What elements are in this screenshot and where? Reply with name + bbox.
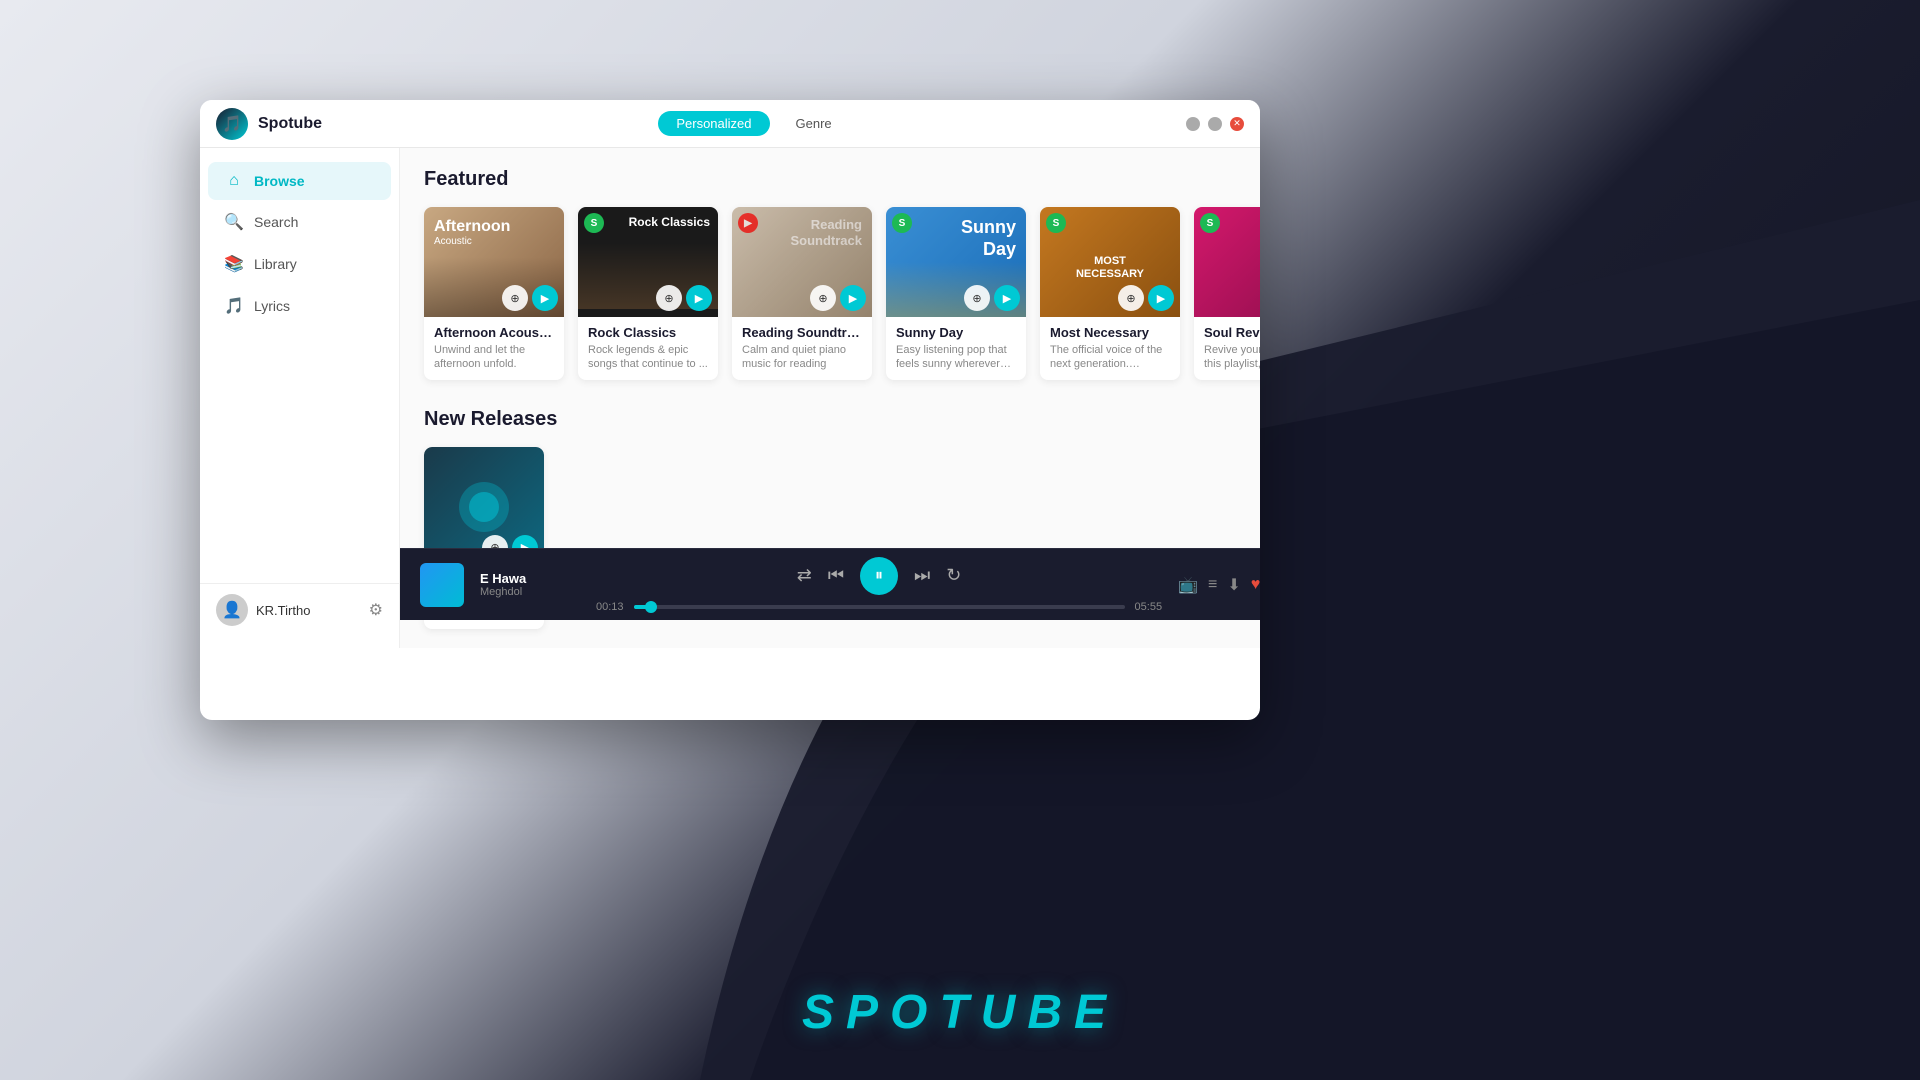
queue-btn[interactable]: ≡	[1208, 576, 1217, 594]
card-desc-rock: Rock legends & epic songs that continue …	[588, 343, 708, 372]
card-name-afternoon: Afternoon Acoustic	[434, 325, 554, 340]
video-btn[interactable]: 📺	[1178, 575, 1198, 595]
add-to-library-btn-necessary[interactable]: ⊕	[1118, 285, 1144, 311]
repeat-button[interactable]: ↻	[946, 565, 961, 586]
add-to-library-btn-rock[interactable]: ⊕	[656, 285, 682, 311]
sidebar-item-browse[interactable]: ⌂ Browse	[208, 162, 391, 200]
tab-bar: Personalized Genre	[658, 111, 849, 136]
card-rock-classics[interactable]: S Rock Classics ⊕ ▶ Ro	[578, 207, 718, 380]
card-name-reading: Reading Soundtrack	[742, 325, 862, 340]
featured-title: Featured	[424, 168, 1236, 191]
username: KR.Tirtho	[256, 603, 310, 618]
play-pause-button[interactable]: ⏸	[860, 557, 898, 595]
card-thumb-soul: S SoulRevived ⊕ ▶	[1194, 207, 1260, 317]
card-name-sunny: Sunny Day	[896, 325, 1016, 340]
progress-track[interactable]	[634, 605, 1125, 609]
user-info: 👤 KR.Tirtho	[216, 594, 310, 626]
play-btn-necessary[interactable]: ▶	[1148, 285, 1174, 311]
featured-cards-row: Afternoon Acoustic ⊕ ▶ Afternoon Acousti…	[424, 207, 1236, 380]
brand-text: SPOTUBE	[802, 985, 1118, 1040]
sidebar-item-library[interactable]: 📚 Library	[208, 244, 391, 284]
sidebar-item-lyrics[interactable]: 🎵 Lyrics	[208, 286, 391, 326]
minimize-button[interactable]: −	[1186, 117, 1200, 131]
play-btn-sunny[interactable]: ▶	[994, 285, 1020, 311]
current-time: 00:13	[596, 601, 624, 613]
card-thumb-rock: S Rock Classics ⊕ ▶	[578, 207, 718, 317]
sidebar: ⌂ Browse 🔍 Search 📚 Library 🎵 Lyrics	[200, 148, 400, 648]
app-logo: 🎵	[216, 108, 248, 140]
card-soul-revived[interactable]: S SoulRevived ⊕ ▶ Soul Revived Revive yo…	[1194, 207, 1260, 380]
card-thumb-sunny: S SunnyDay ⊕ ▶	[886, 207, 1026, 317]
download-btn[interactable]: ⬇	[1227, 575, 1240, 595]
tab-genre[interactable]: Genre	[778, 111, 850, 136]
sidebar-item-search[interactable]: 🔍 Search	[208, 202, 391, 242]
spotify-badge-sunny: S	[892, 213, 912, 233]
sidebar-label-search: Search	[254, 214, 298, 230]
add-to-library-btn-reading[interactable]: ⊕	[810, 285, 836, 311]
track-name: E Hawa	[480, 571, 580, 586]
card-desc-afternoon: Unwind and let the afternoon unfold.	[434, 343, 554, 372]
shuffle-button[interactable]: ⇄	[797, 565, 812, 586]
card-name-necessary: Most Necessary	[1050, 325, 1170, 340]
card-name-soul: Soul Revived	[1204, 325, 1260, 340]
sidebar-label-library: Library	[254, 256, 297, 272]
like-btn[interactable]: ♥	[1251, 576, 1260, 594]
card-desc-necessary: The official voice of the next generatio…	[1050, 343, 1170, 372]
card-thumb-necessary: S MOSTNECESSARY ⊕ ▶	[1040, 207, 1180, 317]
next-button[interactable]: ⏭	[914, 565, 930, 586]
window-controls: − □ ✕	[1186, 117, 1244, 131]
player-track-info: E Hawa Meghdol	[480, 571, 580, 598]
tab-personalized[interactable]: Personalized	[658, 111, 769, 136]
card-desc-sunny: Easy listening pop that feels sunny wher…	[896, 343, 1016, 372]
card-afternoon-acoustic[interactable]: Afternoon Acoustic ⊕ ▶ Afternoon Acousti…	[424, 207, 564, 380]
player-progress: 00:13 05:55	[596, 601, 1162, 613]
play-btn-reading[interactable]: ▶	[840, 285, 866, 311]
prev-button[interactable]: ⏮	[828, 565, 844, 586]
artist-name: Meghdol	[480, 586, 580, 598]
sidebar-footer: 👤 KR.Tirtho ⚙	[200, 583, 399, 636]
card-name-rock: Rock Classics	[588, 325, 708, 340]
search-icon: 🔍	[224, 212, 244, 232]
sidebar-nav: ⌂ Browse 🔍 Search 📚 Library 🎵 Lyrics	[200, 160, 399, 575]
maximize-button[interactable]: □	[1208, 117, 1222, 131]
app-title: Spotube	[258, 115, 322, 133]
play-btn-afternoon[interactable]: ▶	[532, 285, 558, 311]
card-thumb-reading: ▶ ReadingSoundtrack ⊕ ▶	[732, 207, 872, 317]
add-to-library-btn-sunny[interactable]: ⊕	[964, 285, 990, 311]
new-releases-title: New Releases	[424, 408, 1236, 431]
settings-icon[interactable]: ⚙	[369, 600, 383, 620]
sidebar-label-browse: Browse	[254, 173, 305, 189]
card-desc-soul: Revive your soul with this playlist, fea…	[1204, 343, 1260, 372]
home-icon: ⌂	[224, 172, 244, 190]
lyrics-icon: 🎵	[224, 296, 244, 316]
player-controls: ⇄ ⏮ ⏸ ⏭ ↻	[797, 557, 962, 595]
player-album-art	[420, 563, 464, 607]
total-time: 05:55	[1135, 601, 1163, 613]
title-bar-left: 🎵 Spotube	[216, 108, 322, 140]
spotify-badge-soul: S	[1200, 213, 1220, 233]
avatar: 👤	[216, 594, 248, 626]
play-btn-rock[interactable]: ▶	[686, 285, 712, 311]
card-sunny-day[interactable]: S SunnyDay ⊕ ▶ Sunny Day Easy listening …	[886, 207, 1026, 380]
title-bar: 🎵 Spotube Personalized Genre − □ ✕	[200, 100, 1260, 148]
player-bar: E Hawa Meghdol ⇄ ⏮ ⏸ ⏭ ↻ 00:13 05:55	[400, 548, 1260, 620]
add-to-library-btn-afternoon[interactable]: ⊕	[502, 285, 528, 311]
close-button[interactable]: ✕	[1230, 117, 1244, 131]
card-most-necessary[interactable]: S MOSTNECESSARY ⊕ ▶ Most Necessary The o…	[1040, 207, 1180, 380]
sidebar-label-lyrics: Lyrics	[254, 298, 290, 314]
library-icon: 📚	[224, 254, 244, 274]
card-thumb-afternoon: Afternoon Acoustic ⊕ ▶	[424, 207, 564, 317]
featured-section: Featured Afternoon Acoustic ⊕	[424, 168, 1236, 380]
card-reading-soundtrack[interactable]: ▶ ReadingSoundtrack ⊕ ▶ Reading Soundtra…	[732, 207, 872, 380]
player-center: ⇄ ⏮ ⏸ ⏭ ↻ 00:13 05:55	[596, 557, 1162, 613]
app-window: 🎵 Spotube Personalized Genre − □ ✕ ⌂ Bro…	[200, 100, 1260, 720]
card-desc-reading: Calm and quiet piano music for reading	[742, 343, 862, 372]
progress-thumb	[645, 601, 657, 613]
player-right-controls: 📺 ≡ ⬇ ♥ 🕐 ⬛ 🔊	[1178, 575, 1260, 595]
progress-fill	[634, 605, 652, 609]
